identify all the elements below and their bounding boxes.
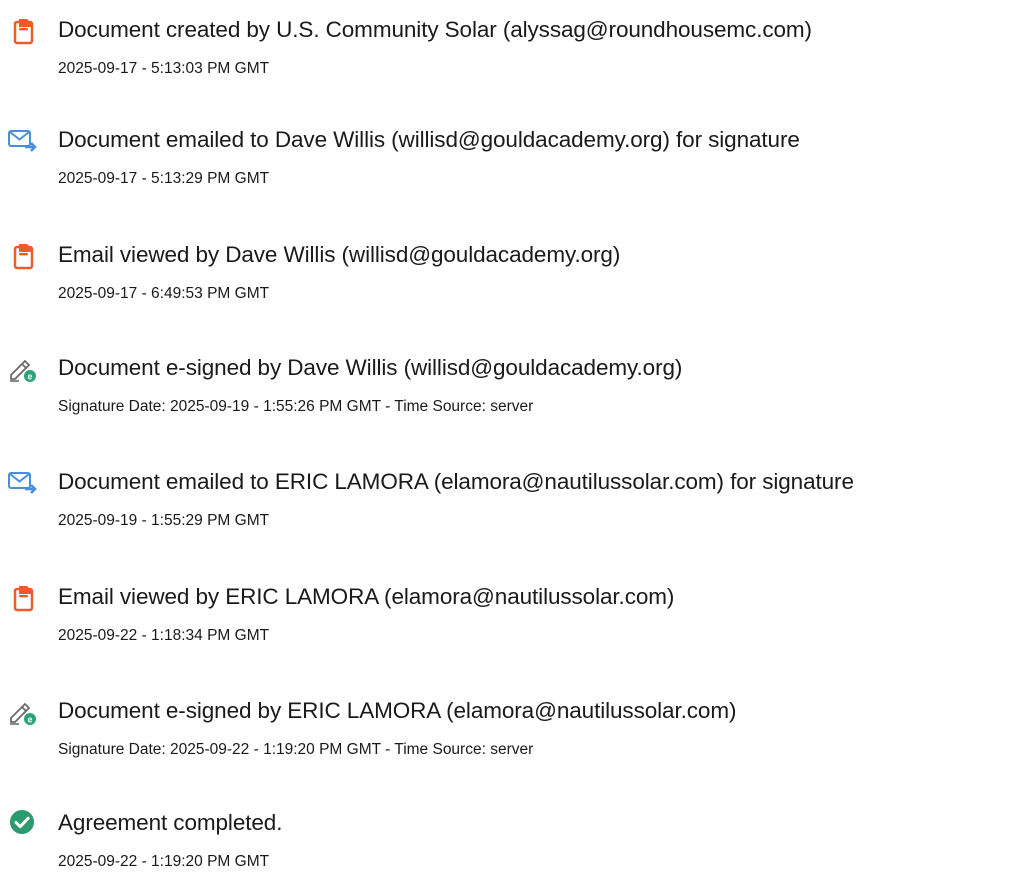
email-sent-icon: [8, 125, 38, 155]
event-timestamp: 2025-09-22 - 1:19:20 PM GMT: [58, 853, 270, 870]
email-sent-icon: [8, 467, 38, 497]
document-icon: [8, 582, 38, 612]
audit-event: Document emailed to Dave Willis (willisd…: [0, 125, 1012, 205]
event-timestamp: 2025-09-19 - 1:55:29 PM GMT: [58, 512, 270, 529]
audit-event: e Document e-signed by Dave Willis (will…: [0, 353, 1012, 433]
event-title: Document emailed to Dave Willis (willisd…: [58, 127, 800, 152]
audit-event-list: Document created by U.S. Community Solar…: [0, 0, 1012, 882]
event-title: Document e-signed by ERIC LAMORA (elamor…: [58, 698, 737, 723]
audit-event: Email viewed by Dave Willis (willisd@gou…: [0, 240, 1012, 320]
event-timestamp: 2025-09-17 - 5:13:29 PM GMT: [58, 170, 270, 187]
svg-text:e: e: [27, 715, 32, 725]
event-title: Email viewed by ERIC LAMORA (elamora@nau…: [58, 584, 675, 609]
audit-event: Agreement completed. 2025-09-22 - 1:19:2…: [0, 808, 1012, 888]
audit-event: Document created by U.S. Community Solar…: [0, 15, 1012, 95]
event-title: Document emailed to ERIC LAMORA (elamora…: [58, 469, 854, 494]
svg-text:e: e: [27, 372, 32, 382]
event-timestamp: 2025-09-22 - 1:18:34 PM GMT: [58, 627, 270, 644]
event-timestamp: Signature Date: 2025-09-22 - 1:19:20 PM …: [58, 741, 534, 758]
e-sign-icon: e: [8, 353, 38, 383]
event-timestamp: 2025-09-17 - 5:13:03 PM GMT: [58, 60, 270, 77]
event-timestamp: Signature Date: 2025-09-19 - 1:55:26 PM …: [58, 398, 534, 415]
document-icon: [8, 240, 38, 270]
audit-event: Document emailed to ERIC LAMORA (elamora…: [0, 467, 1012, 547]
event-title: Agreement completed.: [58, 810, 283, 835]
event-title: Document created by U.S. Community Solar…: [58, 17, 812, 42]
event-title: Document e-signed by Dave Willis (willis…: [58, 355, 683, 380]
e-sign-icon: e: [8, 696, 38, 726]
event-timestamp: 2025-09-17 - 6:49:53 PM GMT: [58, 285, 270, 302]
event-title: Email viewed by Dave Willis (willisd@gou…: [58, 242, 621, 267]
audit-event: e Document e-signed by ERIC LAMORA (elam…: [0, 696, 1012, 776]
checkmark-circle-icon: [8, 808, 38, 838]
document-icon: [8, 15, 38, 45]
audit-event: Email viewed by ERIC LAMORA (elamora@nau…: [0, 582, 1012, 662]
